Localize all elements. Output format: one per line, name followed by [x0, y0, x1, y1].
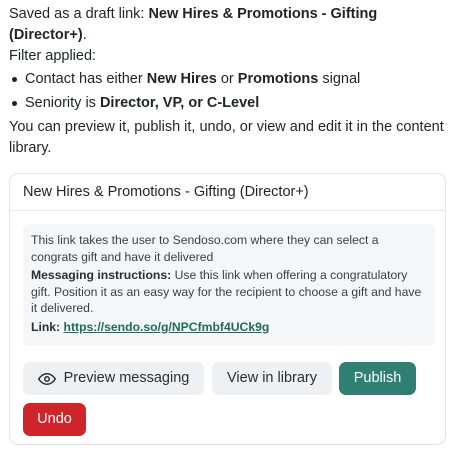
card-title: New Hires & Promotions - Gifting (Direct…: [10, 174, 445, 211]
preview-messaging-button[interactable]: Preview messaging: [23, 362, 204, 395]
link-description: This link takes the user to Sendoso.com …: [31, 233, 379, 264]
link-details-panel: This link takes the user to Sendoso.com …: [23, 224, 435, 346]
filter-list: Contact has either New Hires or Promotio…: [9, 69, 449, 114]
draft-link-card: New Hires & Promotions - Gifting (Direct…: [9, 173, 446, 445]
publish-button[interactable]: Publish: [339, 362, 416, 395]
filter-text: Seniority is: [25, 95, 100, 111]
link-label: Link:: [31, 319, 61, 334]
saved-confirmation: Saved as a draft link: New Hires & Promo…: [9, 4, 449, 46]
assistant-message: Saved as a draft link: New Hires & Promo…: [9, 4, 449, 159]
saved-prefix: Saved as a draft link:: [9, 6, 149, 22]
preview-messaging-label: Preview messaging: [63, 370, 190, 386]
undo-button[interactable]: Undo: [23, 403, 86, 436]
link-row: Link: https://sendo.so/g/NPCfmbf4UCk9g: [31, 319, 427, 336]
link-url[interactable]: https://sendo.so/g/NPCfmbf4UCk9g: [64, 320, 270, 334]
filter-item-signal: Contact has either New Hires or Promotio…: [12, 69, 449, 90]
messaging-instructions: Messaging instructions: Use this link wh…: [31, 267, 427, 317]
filter-value: Director, VP, or C-Level: [99, 95, 260, 111]
instructions-label: Messaging instructions:: [31, 268, 172, 282]
saved-suffix: .: [82, 27, 87, 43]
view-in-library-button[interactable]: View in library: [212, 362, 332, 395]
filter-heading: Filter applied:: [9, 48, 97, 64]
undo-label: Undo: [37, 411, 72, 427]
filter-value: New Hires: [146, 71, 217, 87]
filter-text: or: [216, 71, 238, 87]
filter-value: Promotions: [237, 71, 319, 87]
publish-label: Publish: [353, 370, 402, 386]
filter-text: Contact has either: [25, 71, 147, 87]
closing-text: You can preview it, publish it, undo, or…: [9, 119, 444, 156]
filter-item-seniority: Seniority is Director, VP, or C-Level: [12, 93, 449, 114]
filter-text: signal: [318, 71, 361, 87]
view-in-library-label: View in library: [227, 370, 317, 386]
eye-icon: [37, 370, 56, 388]
